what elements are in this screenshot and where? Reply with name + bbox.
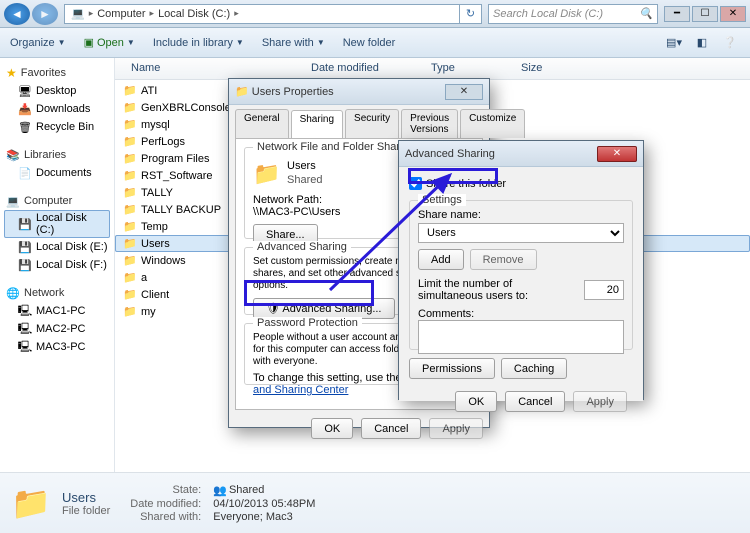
close-button[interactable]: ✕	[720, 6, 746, 22]
share-this-folder-checkbox[interactable]: Share this folder	[409, 177, 633, 190]
nav-computer[interactable]: Computer	[4, 192, 110, 210]
advanced-sharing-button[interactable]: 🛡 Advanced Sharing...	[253, 298, 395, 319]
folder-icon	[123, 220, 137, 234]
tab-sharing[interactable]: Sharing	[291, 110, 343, 139]
nav-mac1[interactable]: MAC1-PC	[4, 302, 110, 320]
path-computer[interactable]: Computer	[97, 8, 145, 20]
folder-icon: 📁	[235, 85, 249, 98]
share-name-label: Share name:	[418, 209, 624, 221]
details-type: File folder	[62, 505, 110, 517]
details-pane: 📁 Users File folder State: Shared Date m…	[0, 472, 750, 533]
path-drive[interactable]: Local Disk (C:)	[158, 8, 230, 20]
folder-icon	[123, 203, 137, 217]
adv-apply-button[interactable]: Apply	[573, 391, 627, 412]
nav-forward-button[interactable]: ►	[32, 3, 58, 25]
limit-users-input[interactable]	[584, 280, 624, 300]
nav-documents[interactable]: Documents	[4, 164, 110, 182]
nav-drive-c[interactable]: Local Disk (C:)	[4, 210, 110, 238]
folder-icon	[123, 135, 137, 149]
folder-icon	[123, 169, 137, 183]
details-name: Users	[62, 490, 110, 505]
dialog-title: Users Properties	[252, 86, 334, 98]
nav-mac3[interactable]: MAC3-PC	[4, 338, 110, 356]
folder-icon	[123, 101, 137, 115]
nav-network[interactable]: Network	[4, 284, 110, 302]
organize-menu[interactable]: Organize▼	[10, 37, 66, 49]
shield-icon: 🛡	[266, 303, 280, 315]
nav-pane: ★Favorites Desktop Downloads Recycle Bin…	[0, 58, 115, 472]
permissions-button[interactable]: Permissions	[409, 358, 495, 379]
folder-icon	[123, 118, 137, 132]
search-input[interactable]: Search Local Disk (C:) 🔍	[488, 4, 658, 24]
props-cancel-button[interactable]: Cancel	[361, 418, 421, 439]
share-name-select[interactable]: Users	[418, 223, 624, 243]
folder-icon	[123, 305, 137, 319]
add-share-button[interactable]: Add	[418, 249, 464, 270]
nav-recycle[interactable]: Recycle Bin	[4, 118, 110, 136]
preview-pane-button[interactable]: ◧	[692, 33, 712, 53]
help-button[interactable]: ❔	[720, 33, 740, 53]
state-value: Shared	[213, 484, 315, 497]
nav-drive-e[interactable]: Local Disk (E:)	[4, 238, 110, 256]
modified-value: 04/10/2013 05:48PM	[213, 498, 315, 510]
limit-label: Limit the number of simultaneous users t…	[418, 278, 578, 302]
nav-drive-f[interactable]: Local Disk (F:)	[4, 256, 110, 274]
props-ok-button[interactable]: OK	[311, 418, 353, 439]
folder-icon: 📁	[10, 482, 52, 524]
computer-icon: 💻	[71, 7, 85, 20]
advanced-sharing-dialog: Advanced Sharing ✕ Share this folder Set…	[398, 140, 644, 400]
explorer-toolbar: Organize▼ ▣Open▼ Include in library▼ Sha…	[0, 28, 750, 58]
folder-icon	[123, 271, 137, 285]
minimize-button[interactable]: ━	[664, 6, 690, 22]
folder-icon	[123, 288, 137, 302]
open-button[interactable]: ▣Open▼	[84, 36, 135, 49]
nav-libraries[interactable]: Libraries	[4, 146, 110, 164]
tab-security[interactable]: Security	[345, 109, 399, 138]
folder-icon: 📁	[253, 160, 281, 188]
window-titlebar: ◄ ► 💻 ▸ Computer ▸ Local Disk (C:) ▸ ↻ S…	[0, 0, 750, 28]
view-menu[interactable]: ▤ ▾	[664, 33, 684, 53]
folder-icon	[123, 254, 137, 268]
include-library-menu[interactable]: Include in library▼	[153, 37, 244, 49]
folder-icon	[123, 186, 137, 200]
refresh-button[interactable]: ↻	[460, 4, 482, 24]
tab-customize[interactable]: Customize	[460, 109, 525, 138]
adv-cancel-button[interactable]: Cancel	[505, 391, 565, 412]
shared-with-value: Everyone; Mac3	[213, 511, 315, 523]
nav-downloads[interactable]: Downloads	[4, 100, 110, 118]
adv-close-button[interactable]: ✕	[597, 146, 637, 162]
search-icon: 🔍	[639, 7, 653, 20]
nav-back-button[interactable]: ◄	[4, 3, 30, 25]
props-apply-button[interactable]: Apply	[429, 418, 483, 439]
caching-button[interactable]: Caching	[501, 358, 567, 379]
remove-share-button[interactable]: Remove	[470, 249, 537, 270]
comments-textarea[interactable]	[418, 320, 624, 354]
tab-previous-versions[interactable]: Previous Versions	[401, 109, 458, 138]
folder-icon	[123, 84, 137, 98]
folder-icon	[123, 237, 137, 251]
column-headers[interactable]: Name Date modified Type Size	[115, 58, 750, 80]
new-folder-button[interactable]: New folder	[343, 37, 396, 49]
tab-general[interactable]: General	[235, 109, 289, 138]
share-with-menu[interactable]: Share with▼	[262, 37, 325, 49]
nav-favorites[interactable]: ★Favorites	[4, 64, 110, 82]
props-close-button[interactable]: ✕	[445, 84, 483, 100]
folder-icon	[123, 152, 137, 166]
adv-ok-button[interactable]: OK	[455, 391, 497, 412]
nav-desktop[interactable]: Desktop	[4, 82, 110, 100]
comments-label: Comments:	[418, 308, 624, 320]
nav-mac2[interactable]: MAC2-PC	[4, 320, 110, 338]
maximize-button[interactable]: ☐	[692, 6, 718, 22]
address-bar[interactable]: 💻 ▸ Computer ▸ Local Disk (C:) ▸	[64, 4, 460, 24]
dialog-title: Advanced Sharing	[405, 148, 495, 160]
